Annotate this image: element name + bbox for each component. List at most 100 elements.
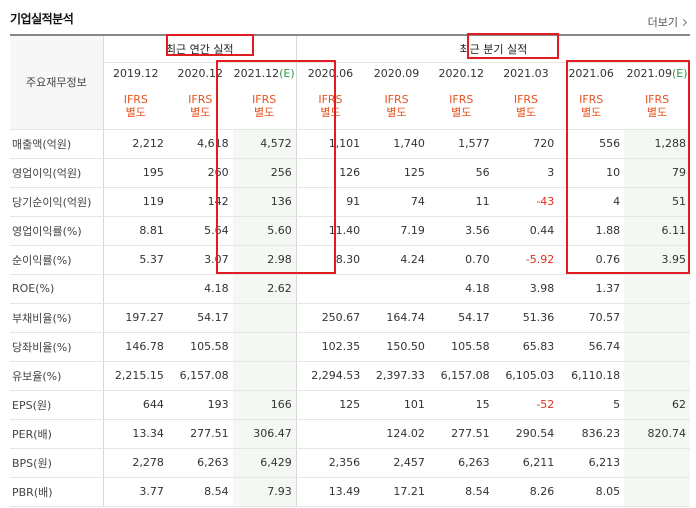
period-label: 2020.12 [438,66,484,80]
table-head: 주요재무정보 최근 연간 실적 최근 분기 실적 2019.12 2020.12 2… [10,34,690,130]
value-cell: 6,263 [428,447,494,478]
value-cell: 105.58 [167,332,233,362]
ifrs-label: IFRS [384,93,409,107]
period-header: 2019.12 [103,62,168,84]
value-cell [624,477,690,507]
value-cell: 5 [558,389,625,420]
more-link[interactable]: 더보기 [647,14,688,30]
value-cell: 1.37 [558,273,625,304]
table-row: 당좌비율(%) 146.78 105.58 102.35 150.50 105.58 65.… [10,332,690,362]
value-cell: 3.56 [428,215,494,246]
financial-summary-table: 주요재무정보 최근 연간 실적 최근 분기 실적 2019.12 2020.12 2… [10,34,690,507]
period-header: 2020.12 [428,62,494,84]
value-cell: 65.83 [493,332,559,362]
value-cell: 1.88 [558,215,625,246]
value-cell [624,447,690,478]
value-cell: 3.07 [167,245,233,275]
value-cell: -52 [493,389,559,420]
value-cell: 306.47 [232,419,297,449]
value-cell: 250.67 [295,303,365,333]
ifrs-label: IFRS [644,93,670,107]
value-cell: 1,101 [295,128,365,159]
ifrs-label: IFRS [579,93,604,107]
value-cell: 54.17 [428,303,494,333]
value-cell [232,303,297,333]
value-cell: 150.50 [364,332,429,362]
period-label: 2019.12 [113,66,159,80]
value-cell: 125 [364,158,429,188]
value-cell: 51 [624,187,690,217]
value-cell: 91 [295,187,365,217]
value-cell: 195 [103,158,168,188]
accounting-type: IFRS 별도 [364,84,429,130]
value-cell: 197.27 [103,303,168,333]
separate-label: 별도 [190,106,211,120]
period-header: 2021.06 [558,62,625,84]
accounting-type: IFRS 별도 [167,84,233,130]
group-annual: 최근 연간 실적 [103,34,297,63]
accounting-type: IFRS 별도 [624,84,690,130]
value-cell: 5.64 [167,215,233,246]
value-cell: 2,278 [103,447,168,478]
row-label: 당좌비율(%) [10,332,104,362]
value-cell: 126 [295,158,365,188]
value-cell: 8.30 [295,245,365,275]
value-cell: 8.54 [428,477,494,507]
period-label: 2021.03 [503,66,549,80]
value-cell: 4.18 [167,273,233,304]
value-cell: 13.49 [295,477,365,507]
value-cell: 15 [428,389,494,420]
value-cell: 79 [624,158,690,188]
value-cell [624,273,690,304]
group-header-row: 주요재무정보 최근 연간 실적 최근 분기 실적 [10,34,690,130]
accounting-type: IFRS 별도 [232,84,297,130]
value-cell: 142 [167,187,233,217]
value-cell: 5.37 [103,245,168,275]
value-cell: 136 [232,187,297,217]
value-cell: 277.51 [428,419,494,449]
value-cell: 6,263 [167,447,233,478]
value-cell: 256 [232,158,297,188]
ifrs-label: IFRS [188,93,213,107]
period-label: 2021.12 [233,66,280,80]
period-label: 2020.09 [373,66,420,80]
estimate-marker: (E) [672,66,688,80]
row-label: 영업이익(억원) [10,158,104,188]
value-cell: 74 [364,187,429,217]
table-row: 영업이익률(%) 8.81 5.64 5.60 11.40 7.19 3.56 0.44 1.8… [10,215,690,246]
table-row: 영업이익(억원) 195 260 256 126 125 56 3 10 79 [10,158,690,188]
table-row: EPS(원) 644 193 166 125 101 15 -52 5 62 [10,389,690,420]
value-cell [624,361,690,391]
value-cell: -43 [493,187,559,217]
row-label: ROE(%) [10,273,104,304]
value-cell: 164.74 [364,303,429,333]
value-cell: 193 [167,389,233,420]
ifrs-label: IFRS [318,93,343,107]
value-cell: 8.05 [558,477,625,507]
value-cell: 820.74 [624,419,690,449]
table-row: 유보율(%) 2,215.15 6,157.08 2,294.53 2,397.33 6,… [10,361,690,391]
value-cell: 2,294.53 [295,361,365,391]
ifrs-label: IFRS [252,93,277,107]
value-cell [232,361,297,391]
row-label: 유보율(%) [10,361,104,391]
period-header-row: 2019.12 2020.12 2021.12(E) 2020.06 2020.09 20… [10,62,690,84]
value-cell: 2,212 [103,128,168,159]
period-header: 2020.12 [167,62,233,84]
more-label: 더보기 [647,16,678,29]
value-cell: 277.51 [167,419,233,449]
value-cell: 8.54 [167,477,233,507]
value-cell: 10 [558,158,625,188]
period-header: 2021.03 [493,62,559,84]
accounting-type-row: IFRS 별도 IFRS 별도 IFRS 별도 IFRS 별도 IFRS 별도 IFRS 별도 IFRS… [10,84,690,130]
value-cell: 6.11 [624,215,690,246]
value-cell: 4 [558,187,625,217]
table-row: 부채비율(%) 197.27 54.17 250.67 164.74 54.17 51.36… [10,303,690,333]
value-cell: 1,740 [364,128,429,159]
value-cell: 3.77 [103,477,168,507]
value-cell: 2.62 [232,273,297,304]
value-cell: 56.74 [558,332,625,362]
value-cell: 2,356 [295,447,365,478]
table-row: 매출액(억원) 2,212 4,618 4,572 1,101 1,740 1,577 720… [10,128,690,159]
separate-label: 별도 [646,106,668,120]
